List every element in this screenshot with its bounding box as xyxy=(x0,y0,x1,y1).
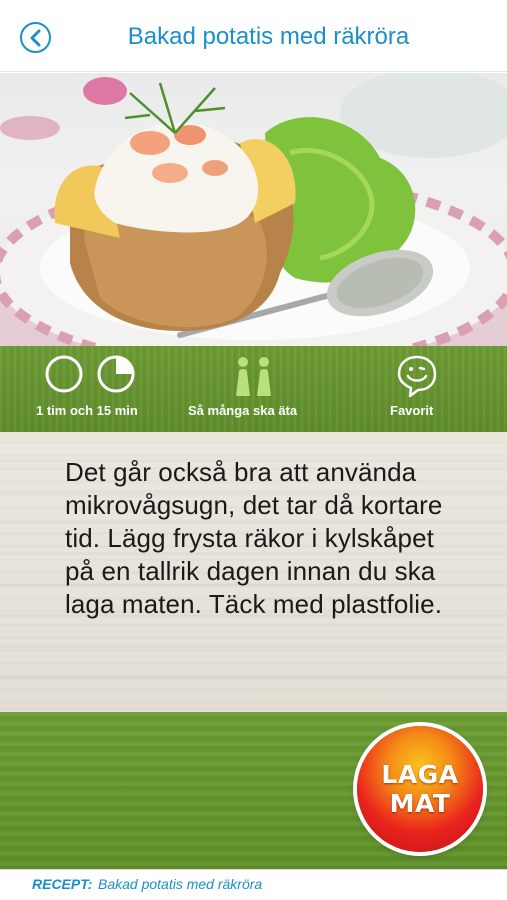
favorite-button[interactable] xyxy=(396,354,438,403)
footer-recipe-name: Bakad potatis med räkröra xyxy=(98,876,263,892)
recipe-info-bar: 1 tim och 15 min Så många ska äta Favori… xyxy=(0,346,507,432)
servings-button[interactable] xyxy=(226,354,282,403)
clock-empty-icon xyxy=(44,354,84,399)
page-title: Bakad potatis med räkröra xyxy=(127,23,410,50)
cook-button-line2: MAT xyxy=(389,789,451,818)
footer-bar: RECEPT: Bakad potatis med räkröra xyxy=(0,869,507,900)
cook-button-line1: LAGA xyxy=(381,760,459,789)
chevron-left-icon xyxy=(30,29,41,47)
back-button[interactable] xyxy=(20,22,51,53)
instruction-panel: Det går också bra att använda mikrovågsu… xyxy=(0,432,507,712)
instruction-text: Det går också bra att använda mikrovågsu… xyxy=(65,457,443,619)
people-icon xyxy=(236,357,271,396)
footer-label: RECEPT: xyxy=(32,876,93,892)
smiley-icon xyxy=(397,355,437,398)
favorite-label[interactable]: Favorit xyxy=(390,403,433,418)
time-label: 1 tim och 15 min xyxy=(36,403,138,418)
recipe-photo xyxy=(0,73,507,346)
header-bar: Bakad potatis med räkröra xyxy=(0,0,507,72)
cook-button[interactable]: LAGA MAT xyxy=(357,726,483,852)
servings-label[interactable]: Så många ska äta xyxy=(188,403,297,418)
clock-quarter-icon xyxy=(96,354,136,399)
